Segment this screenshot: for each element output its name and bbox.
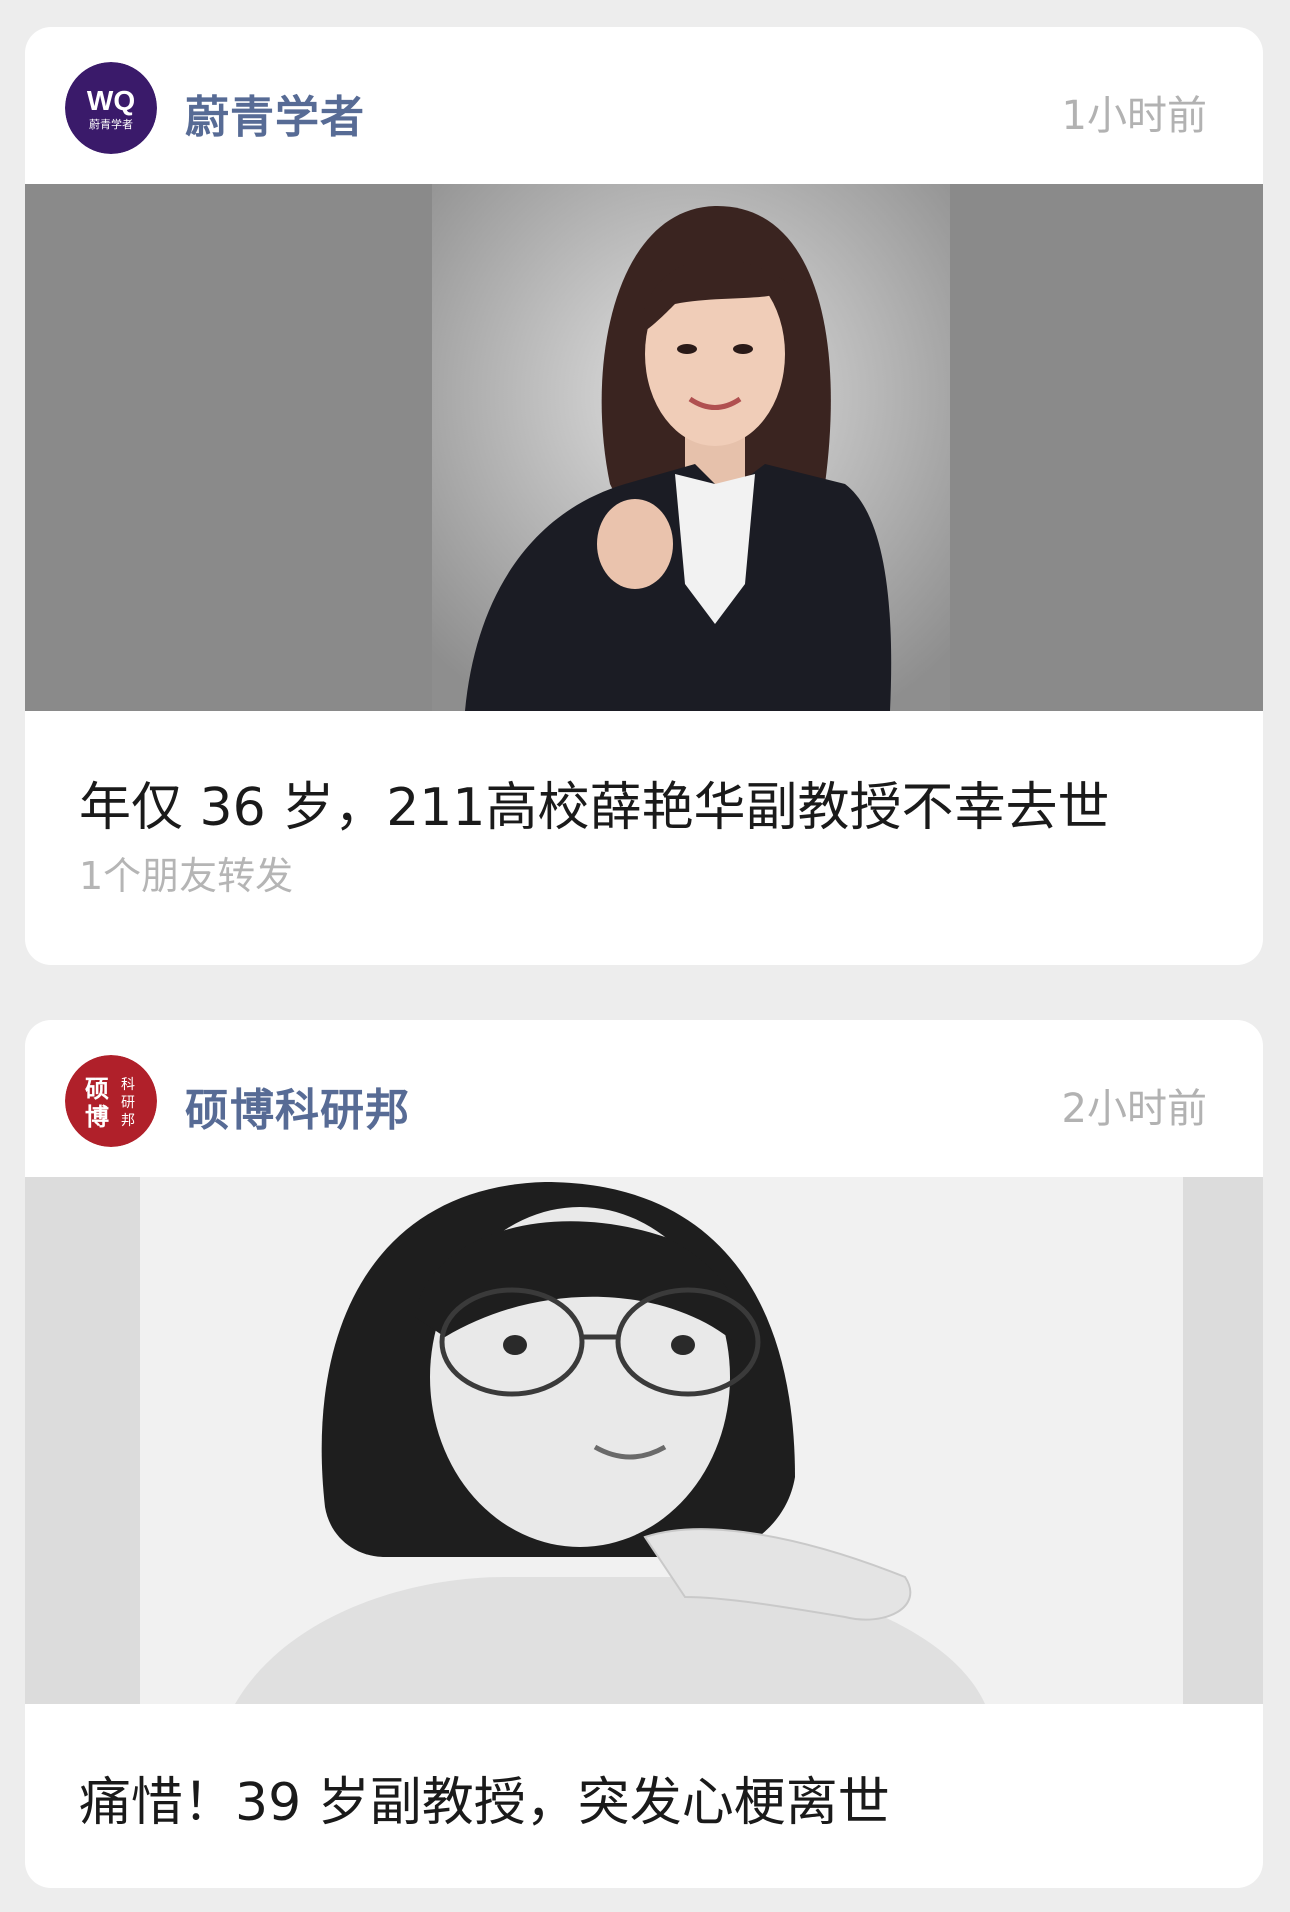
- account-name[interactable]: 蔚青学者: [185, 81, 365, 145]
- avatar-logo-subtext: 蔚青学者: [89, 117, 133, 131]
- account-name[interactable]: 硕博科研邦: [185, 1074, 410, 1138]
- cover-image[interactable]: [25, 184, 1263, 711]
- wq-logo-icon: WQ 蔚青学者: [65, 62, 157, 154]
- avatar-char: 博: [85, 1103, 109, 1131]
- account-avatar[interactable]: WQ 蔚青学者: [65, 62, 157, 154]
- article-title[interactable]: 痛惜！39 岁副教授，突发心梗离世: [79, 1760, 890, 1835]
- account-avatar[interactable]: 硕 博 科 研 邦: [65, 1055, 157, 1147]
- avatar-char: 邦: [121, 1113, 135, 1129]
- avatar-logo-text: WQ: [87, 85, 135, 116]
- avatar-char: 硕: [85, 1075, 109, 1103]
- card-header: WQ 蔚青学者 蔚青学者 1小时前: [25, 27, 1263, 184]
- cover-image[interactable]: [25, 1177, 1263, 1704]
- article-feed: WQ 蔚青学者 蔚青学者 1小时前 年仅 36 岁，211高校薛艳华副教授不幸去…: [0, 0, 1290, 1912]
- article-card[interactable]: WQ 蔚青学者 蔚青学者 1小时前 年仅 36 岁，211高校薛艳华副教授不幸去…: [25, 27, 1263, 965]
- portrait-photo: [25, 1177, 1263, 1704]
- avatar-char: 研: [121, 1095, 135, 1111]
- post-time: 2小时前: [1061, 1086, 1207, 1132]
- shuobo-logo-icon: 硕 博 科 研 邦: [65, 1055, 157, 1147]
- share-info: 1个朋友转发: [79, 854, 294, 898]
- portrait-photo: [25, 184, 1263, 711]
- article-title[interactable]: 年仅 36 岁，211高校薛艳华副教授不幸去世: [79, 765, 1109, 840]
- avatar-char: 科: [121, 1077, 135, 1093]
- card-header: 硕 博 科 研 邦 硕博科研邦 2小时前: [25, 1020, 1263, 1177]
- post-time: 1小时前: [1061, 93, 1207, 139]
- article-card[interactable]: 硕 博 科 研 邦 硕博科研邦 2小时前 痛惜！39 岁副教授，突发心梗离世: [25, 1020, 1263, 1888]
